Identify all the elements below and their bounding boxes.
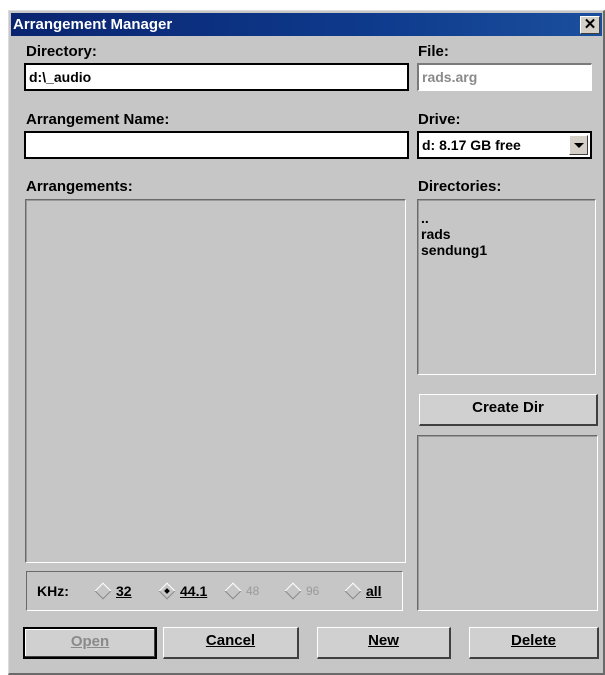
khz-option-label: all — [366, 583, 382, 599]
directory-item[interactable]: .. — [418, 210, 595, 226]
radio-icon — [344, 582, 362, 600]
sample-rate-group: KHz: 32 44.1 48 96 all — [26, 571, 403, 611]
arrangements-label: Arrangements: — [26, 178, 133, 195]
directory-label: Directory: — [26, 43, 97, 60]
cancel-label: Cancel — [205, 632, 256, 649]
drive-label: Drive: — [418, 111, 461, 128]
arrangement-name-label: Arrangement Name: — [26, 111, 170, 128]
new-button[interactable]: New — [317, 627, 451, 659]
radio-icon — [224, 582, 242, 600]
radio-icon — [94, 582, 112, 600]
title-bar[interactable]: Arrangement Manager ✕ — [11, 13, 602, 36]
delete-button[interactable]: Delete — [469, 627, 599, 659]
radio-selected-icon — [158, 582, 176, 600]
arrangements-list[interactable] — [25, 199, 406, 563]
file-field: rads.arg — [417, 63, 592, 91]
khz-option-label: 32 — [116, 583, 132, 599]
open-label: Open — [70, 633, 110, 650]
radio-icon — [284, 582, 302, 600]
khz-option-label: 96 — [306, 584, 320, 598]
cancel-button[interactable]: Cancel — [163, 627, 299, 659]
delete-label: Delete — [510, 632, 557, 649]
close-button[interactable]: ✕ — [580, 16, 600, 34]
khz-option-label: 44.1 — [180, 583, 208, 599]
khz-option-96: 96 — [284, 582, 320, 600]
close-icon: ✕ — [583, 16, 597, 33]
file-label: File: — [418, 43, 449, 60]
khz-label: KHz: — [37, 583, 69, 599]
directories-label: Directories: — [418, 178, 502, 195]
khz-option-48: 48 — [224, 582, 260, 600]
window-title: Arrangement Manager — [13, 16, 173, 33]
chevron-down-icon[interactable] — [569, 135, 588, 155]
khz-option-all[interactable]: all — [344, 582, 382, 600]
drive-dropdown[interactable]: d: 8.17 GB free — [417, 131, 592, 159]
directories-list[interactable]: .. rads sendung1 — [417, 199, 596, 375]
create-dir-label: Create Dir — [472, 399, 544, 416]
new-label: New — [368, 632, 399, 649]
drive-value: d: 8.17 GB free — [422, 137, 521, 153]
create-dir-button[interactable]: Create Dir — [419, 394, 598, 426]
directory-field[interactable]: d:\_audio — [24, 63, 409, 91]
directory-item[interactable]: rads — [418, 226, 595, 242]
arrangement-name-field[interactable] — [24, 131, 409, 159]
directory-item[interactable]: sendung1 — [418, 242, 595, 258]
arrangement-manager-window: Arrangement Manager ✕ Directory: d:\_aud… — [8, 10, 605, 675]
khz-option-32[interactable]: 32 — [94, 582, 132, 600]
khz-option-44-1[interactable]: 44.1 — [158, 582, 208, 600]
info-panel — [417, 435, 598, 611]
khz-option-label: 48 — [246, 584, 260, 598]
open-button[interactable]: Open — [23, 627, 157, 659]
